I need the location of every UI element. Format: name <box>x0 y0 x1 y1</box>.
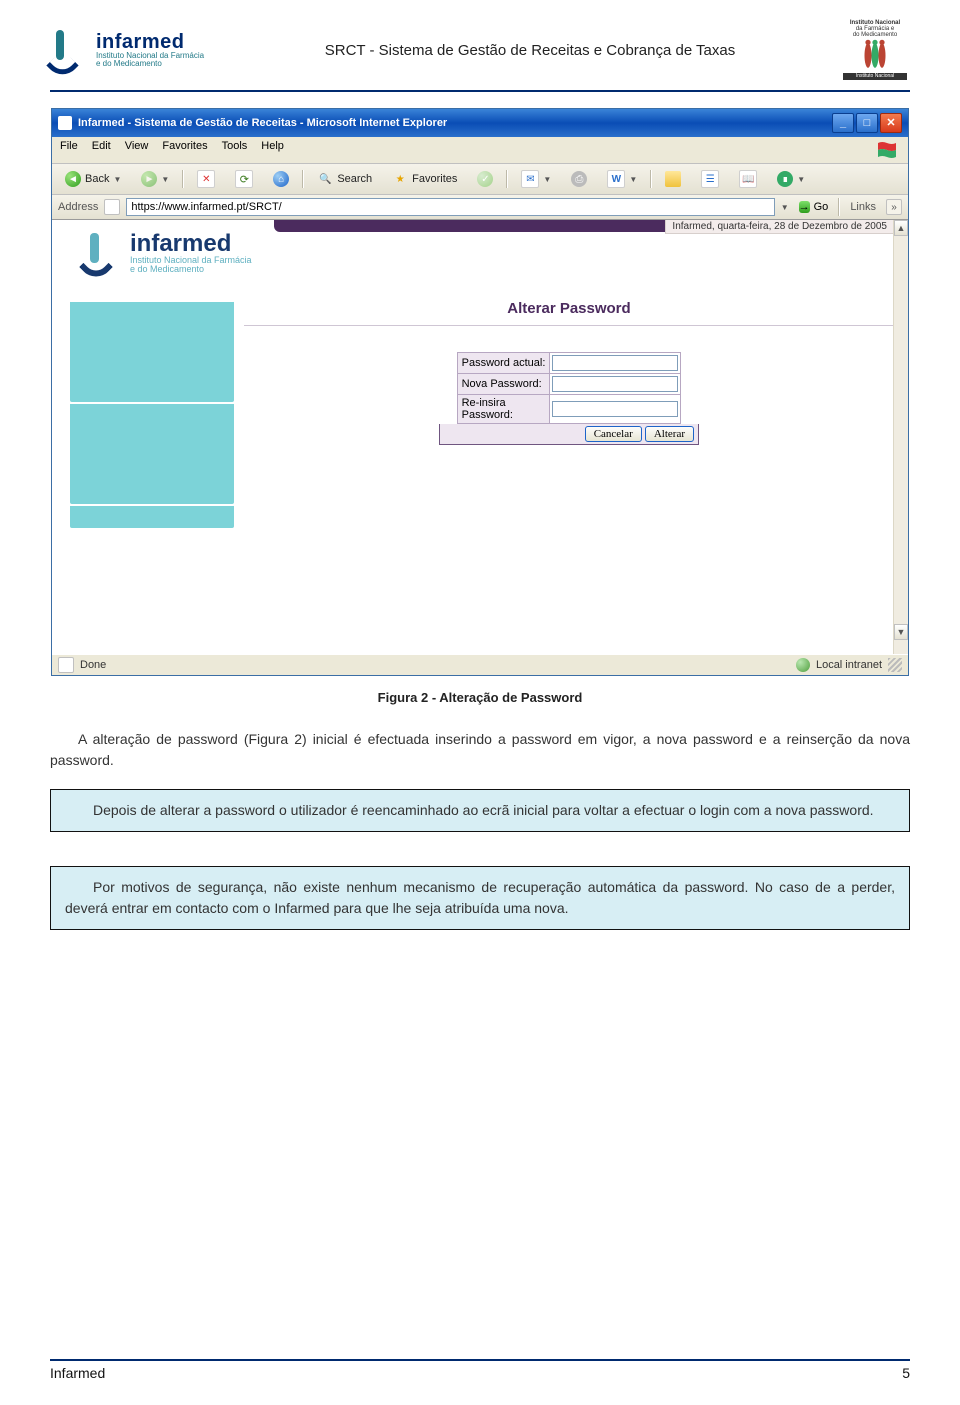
maximize-button[interactable]: □ <box>856 113 878 133</box>
input-current-password[interactable] <box>552 355 678 371</box>
ie-page-icon <box>58 116 72 130</box>
ie-window-title: Infarmed - Sistema de Gestão de Receitas… <box>78 117 447 129</box>
stop-button[interactable]: ✕ <box>190 167 222 191</box>
password-form: Password actual: Nova Password: Re-in <box>457 352 682 424</box>
links-label[interactable]: Links <box>846 201 880 213</box>
address-label: Address <box>58 201 98 213</box>
ie-address-bar: Address ▼ →Go Links » <box>52 195 908 220</box>
toolbar-sep <box>302 170 304 188</box>
menu-view[interactable]: View <box>125 140 149 160</box>
close-button[interactable]: ✕ <box>880 113 902 133</box>
infarmed-mark-icon <box>82 233 122 273</box>
home-button[interactable]: ⌂ <box>266 167 296 191</box>
status-text: Done <box>80 659 106 671</box>
app-logo: infarmed Instituto Nacional da Farmácia … <box>82 232 252 274</box>
cancel-button[interactable]: Cancelar <box>585 426 642 442</box>
doc-footer: Infarmed 5 <box>50 1359 910 1381</box>
sidebar-block[interactable] <box>70 504 234 528</box>
status-page-icon <box>58 657 74 673</box>
menu-file[interactable]: File <box>60 140 78 160</box>
figure-2: Infarmed - Sistema de Gestão de Receitas… <box>50 108 910 676</box>
zone-icon <box>796 658 810 672</box>
messenger-button[interactable]: ∎▼ <box>770 167 812 191</box>
app-sidebar <box>70 300 234 654</box>
figure-caption: Figura 2 - Alteração de Password <box>50 690 910 705</box>
label-current: Password actual: <box>457 353 550 374</box>
toolbar-sep <box>650 170 652 188</box>
back-button[interactable]: ◄Back▼ <box>58 167 128 191</box>
logo-name: infarmed <box>96 32 204 52</box>
footer-left: Infarmed <box>50 1365 105 1381</box>
label-new: Nova Password: <box>457 374 550 395</box>
research-button[interactable]: 📖 <box>732 167 764 191</box>
zone-label: Local intranet <box>816 659 882 671</box>
toolbar-sep <box>506 170 508 188</box>
heading-rule <box>244 325 894 326</box>
sidebar-block[interactable] <box>70 402 234 504</box>
scroll-up-icon[interactable]: ▲ <box>894 220 908 236</box>
logo-subtitle-2: e do Medicamento <box>96 60 204 68</box>
menu-tools[interactable]: Tools <box>222 140 248 160</box>
label-confirm: Re-insira Password: <box>457 395 550 424</box>
footer-page-number: 5 <box>902 1365 910 1381</box>
address-input[interactable] <box>126 198 774 216</box>
doc-header: infarmed Instituto Nacional da Farmácia … <box>50 20 910 86</box>
ie-titlebar[interactable]: Infarmed - Sistema de Gestão de Receitas… <box>52 109 908 137</box>
media-button[interactable]: ✓ <box>470 167 500 191</box>
discuss-button[interactable]: ☰ <box>694 167 726 191</box>
ie-toolbar: ◄Back▼ ►▼ ✕ ⟳ ⌂ 🔍Search ★Favorites ✓ ✉▼ … <box>52 164 908 195</box>
input-new-password[interactable] <box>552 376 678 392</box>
ie-viewport: Infarmed, quarta-feira, 28 de Dezembro d… <box>52 220 908 654</box>
folder-button[interactable] <box>658 167 688 191</box>
favorites-button[interactable]: ★Favorites <box>385 167 464 191</box>
refresh-button[interactable]: ⟳ <box>228 167 260 191</box>
submit-button[interactable]: Alterar <box>645 426 694 442</box>
form-button-row: Cancelar Alterar <box>439 424 699 445</box>
minimize-button[interactable]: _ <box>832 113 854 133</box>
infarmed-logo-header: infarmed Instituto Nacional da Farmácia … <box>50 25 220 75</box>
windows-flag-icon <box>874 140 900 160</box>
toolbar-sep <box>182 170 184 188</box>
ie-window: Infarmed - Sistema de Gestão de Receitas… <box>51 108 909 676</box>
menu-favorites[interactable]: Favorites <box>162 140 207 160</box>
paragraph-intro: A alteração de password (Figura 2) inici… <box>50 729 910 771</box>
info-box-2: Por motivos de segurança, não existe nen… <box>50 866 910 930</box>
menu-edit[interactable]: Edit <box>92 140 111 160</box>
ie-menu-bar: File Edit View Favorites Tools Help <box>52 137 908 164</box>
page-icon <box>104 199 120 215</box>
infarmed-mark-icon <box>50 30 90 70</box>
app-date-status: Infarmed, quarta-feira, 28 de Dezembro d… <box>665 220 894 234</box>
app-main: Alterar Password Password actual: Nova P… <box>234 300 894 654</box>
doc-title: SRCT - Sistema de Gestão de Receitas e C… <box>220 42 840 59</box>
input-confirm-password[interactable] <box>552 401 678 417</box>
menu-help[interactable]: Help <box>261 140 284 160</box>
resize-grip-icon[interactable] <box>888 658 902 672</box>
search-button[interactable]: 🔍Search <box>310 167 379 191</box>
links-chevron-icon[interactable]: » <box>886 199 902 215</box>
sidebar-block[interactable] <box>70 300 234 402</box>
row-confirm-password: Re-insira Password: <box>457 395 681 424</box>
govt-seal: Instituto Nacional da Farmácia e do Medi… <box>840 20 910 80</box>
ie-status-bar: Done Local intranet <box>52 654 908 675</box>
row-new-password: Nova Password: <box>457 374 681 395</box>
forward-button[interactable]: ►▼ <box>134 167 176 191</box>
address-dropdown-icon[interactable]: ▼ <box>781 203 789 212</box>
scroll-down-icon[interactable]: ▼ <box>894 624 908 640</box>
people-seal-icon <box>858 38 892 73</box>
header-rule <box>50 90 910 92</box>
row-current-password: Password actual: <box>457 353 681 374</box>
page-heading: Alterar Password <box>244 300 894 317</box>
edit-button[interactable]: W▼ <box>600 167 644 191</box>
print-button[interactable]: ⎙ <box>564 167 594 191</box>
vertical-scrollbar[interactable]: ▲ ▼ <box>893 220 908 654</box>
go-button[interactable]: →Go <box>795 201 833 213</box>
mail-button[interactable]: ✉▼ <box>514 167 558 191</box>
info-box-1: Depois de alterar a password o utilizado… <box>50 789 910 832</box>
